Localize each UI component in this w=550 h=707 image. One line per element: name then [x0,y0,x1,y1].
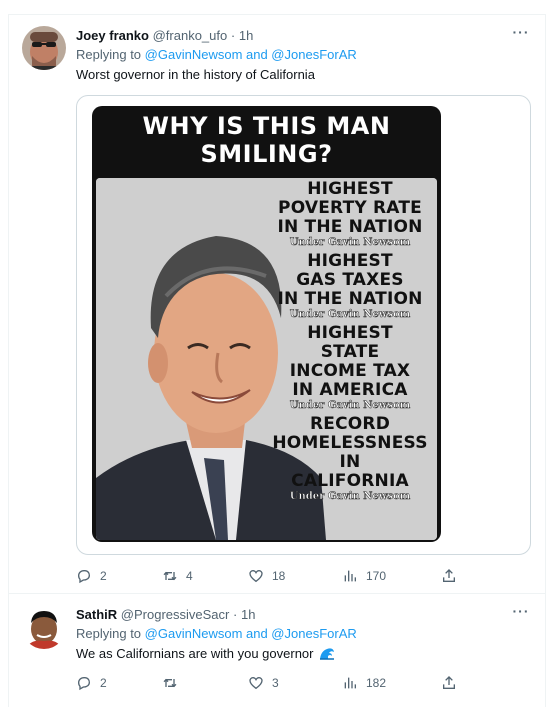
tweet-header: SathiR @ProgressiveSacr · 1h [76,607,255,623]
claim-line: INCOME TAX [289,361,411,381]
claim-line: STATE [320,342,380,362]
views-icon [344,570,356,582]
claim-line: RECORD [309,414,391,434]
timestamp[interactable]: 1h [239,28,253,43]
claim-line: IN AMERICA [292,380,408,400]
reply-button[interactable]: 2 [76,673,107,693]
author-handle[interactable]: @ProgressiveSacr [121,607,230,622]
claim-line: IN THE NATION [277,217,423,237]
reply-icon [77,677,91,691]
claim-line: HIGHEST [307,179,393,199]
claim-attribution: Under Gavin Newsom [289,309,411,321]
claim-line: IN THE NATION [277,289,423,309]
tweet-actions: 2 3 182 [76,673,476,693]
views-button[interactable]: 182 [342,673,386,693]
share-button[interactable] [441,673,465,693]
share-icon [443,569,455,582]
claim-line: POVERTY RATE [278,198,422,218]
avatar[interactable] [22,605,66,649]
separator: · [230,28,236,43]
claim-attribution: Under Gavin Newsom [289,237,411,249]
tweet-actions: 2 4 18 170 [76,566,476,586]
meme-panel: HIGHEST POVERTY RATE IN THE NATION Under… [96,178,437,540]
meme-claims: HIGHEST POVERTY RATE IN THE NATION Under… [264,180,436,506]
reply-icon [77,570,91,584]
author-name[interactable]: SathiR [76,607,117,622]
claim-line: GAS TAXES [296,270,404,290]
retweet-button[interactable] [162,673,186,693]
claim-line: HIGHEST [307,251,393,271]
author-handle[interactable]: @franko_ufo [153,28,228,43]
replying-to-link[interactable]: @GavinNewsom and @JonesForAR [145,626,357,641]
like-count: 3 [272,676,279,690]
claim-attribution: Under Gavin Newsom [289,491,411,503]
claim-line: HOMELESSNESS [272,433,428,453]
like-button[interactable]: 18 [248,566,285,586]
like-button[interactable]: 3 [248,673,279,693]
meme-claim: HIGHEST GAS TAXES IN THE NATION Under Ga… [264,252,436,321]
meme-claim: HIGHEST STATE INCOME TAX IN AMERICA Unde… [264,324,436,412]
timestamp[interactable]: 1h [241,607,255,622]
claim-line: IN [339,452,361,472]
reply-button[interactable]: 2 [76,566,107,586]
replying-to: Replying to @GavinNewsom and @JonesForAR [76,47,357,63]
tweet[interactable]: Joey franko @franko_ufo · 1h ··· Replyin… [8,14,546,594]
tweet-text: We as Californians are with you governor [76,646,314,661]
claim-attribution: Under Gavin Newsom [289,400,411,412]
reply-count: 2 [100,569,107,583]
views-button[interactable]: 170 [342,566,386,586]
meme-title-line: SMILING? [200,140,333,168]
retweet-icon [163,571,177,581]
meme-image: WHY IS THIS MAN SMILING? HIGHEST POVERTY… [92,106,441,542]
tweet-text: Worst governor in the history of Califor… [76,67,315,82]
share-button[interactable] [441,566,465,586]
heart-icon [249,676,263,690]
view-count: 182 [366,676,387,690]
separator: · [233,607,238,622]
meme-claim: HIGHEST POVERTY RATE IN THE NATION Under… [264,180,436,249]
views-icon [344,677,356,689]
retweet-icon [163,678,177,688]
replying-prefix: Replying to [76,626,142,641]
tweet[interactable]: SathiR @ProgressiveSacr · 1h ··· Replyin… [8,594,546,707]
meme-claim: RECORD HOMELESSNESS IN CALIFORNIA Under … [264,415,436,503]
retweet-count: 4 [186,569,193,583]
share-icon [443,676,455,689]
wave-emoji-icon [320,648,335,660]
view-count: 170 [366,569,387,583]
avatar[interactable] [22,26,66,70]
like-count: 18 [272,569,286,583]
replying-to: Replying to @GavinNewsom and @JonesForAR [76,626,357,642]
tweet-text-container: We as Californians are with you governor [76,646,335,662]
tweet-media[interactable]: WHY IS THIS MAN SMILING? HIGHEST POVERTY… [76,95,531,555]
retweet-button[interactable]: 4 [162,566,193,586]
author-name[interactable]: Joey franko [76,28,149,43]
more-icon[interactable]: ··· [512,25,530,43]
tweet-header: Joey franko @franko_ufo · 1h [76,28,253,44]
more-icon[interactable]: ··· [512,604,530,622]
replying-prefix: Replying to [76,47,142,62]
replying-to-link[interactable]: @GavinNewsom and @JonesForAR [145,47,357,62]
heart-icon [249,569,263,583]
claim-line: HIGHEST [307,323,393,343]
meme-title-line: WHY IS THIS MAN [142,112,391,140]
claim-line: CALIFORNIA [291,471,409,491]
meme-title: WHY IS THIS MAN SMILING? [92,112,441,168]
reply-count: 2 [100,676,107,690]
